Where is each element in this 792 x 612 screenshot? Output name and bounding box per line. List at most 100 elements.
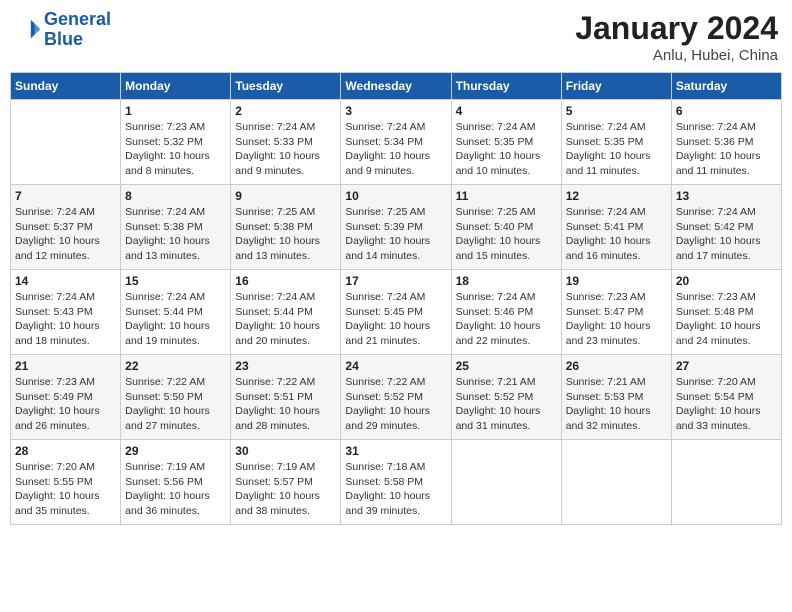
logo-blue: Blue bbox=[44, 29, 83, 49]
calendar-day: 28 Sunrise: 7:20 AM Sunset: 5:55 PM Dayl… bbox=[11, 440, 121, 525]
day-sunset: Sunset: 5:34 PM bbox=[345, 135, 446, 150]
day-sunrise: Sunrise: 7:25 AM bbox=[345, 205, 446, 220]
day-daylight: Daylight: 10 hours and 24 minutes. bbox=[676, 319, 777, 348]
day-sunrise: Sunrise: 7:22 AM bbox=[345, 375, 446, 390]
day-sunset: Sunset: 5:51 PM bbox=[235, 390, 336, 405]
day-daylight: Daylight: 10 hours and 9 minutes. bbox=[345, 149, 446, 178]
location: Anlu, Hubei, China bbox=[575, 47, 778, 64]
day-sunset: Sunset: 5:38 PM bbox=[235, 220, 336, 235]
day-sunrise: Sunrise: 7:25 AM bbox=[235, 205, 336, 220]
day-daylight: Daylight: 10 hours and 16 minutes. bbox=[566, 234, 667, 263]
calendar-day: 5 Sunrise: 7:24 AM Sunset: 5:35 PM Dayli… bbox=[561, 100, 671, 185]
day-daylight: Daylight: 10 hours and 26 minutes. bbox=[15, 404, 116, 433]
day-sunset: Sunset: 5:50 PM bbox=[125, 390, 226, 405]
day-sunrise: Sunrise: 7:23 AM bbox=[125, 120, 226, 135]
day-number: 23 bbox=[235, 359, 336, 373]
day-number: 8 bbox=[125, 189, 226, 203]
page-header: General Blue January 2024 Anlu, Hubei, C… bbox=[10, 10, 782, 64]
day-daylight: Daylight: 10 hours and 23 minutes. bbox=[566, 319, 667, 348]
calendar-day: 17 Sunrise: 7:24 AM Sunset: 5:45 PM Dayl… bbox=[341, 270, 451, 355]
day-sunrise: Sunrise: 7:24 AM bbox=[15, 290, 116, 305]
day-number: 16 bbox=[235, 274, 336, 288]
calendar-day bbox=[11, 100, 121, 185]
calendar-day: 13 Sunrise: 7:24 AM Sunset: 5:42 PM Dayl… bbox=[671, 185, 781, 270]
day-sunrise: Sunrise: 7:19 AM bbox=[235, 460, 336, 475]
calendar-day bbox=[451, 440, 561, 525]
day-sunset: Sunset: 5:42 PM bbox=[676, 220, 777, 235]
calendar-week-2: 7 Sunrise: 7:24 AM Sunset: 5:37 PM Dayli… bbox=[11, 185, 782, 270]
calendar-day bbox=[671, 440, 781, 525]
day-number: 25 bbox=[456, 359, 557, 373]
day-sunset: Sunset: 5:56 PM bbox=[125, 475, 226, 490]
day-daylight: Daylight: 10 hours and 35 minutes. bbox=[15, 489, 116, 518]
day-sunrise: Sunrise: 7:24 AM bbox=[235, 290, 336, 305]
day-sunrise: Sunrise: 7:24 AM bbox=[15, 205, 116, 220]
day-sunrise: Sunrise: 7:23 AM bbox=[15, 375, 116, 390]
day-daylight: Daylight: 10 hours and 33 minutes. bbox=[676, 404, 777, 433]
day-daylight: Daylight: 10 hours and 19 minutes. bbox=[125, 319, 226, 348]
calendar-week-1: 1 Sunrise: 7:23 AM Sunset: 5:32 PM Dayli… bbox=[11, 100, 782, 185]
day-sunrise: Sunrise: 7:20 AM bbox=[676, 375, 777, 390]
day-sunset: Sunset: 5:44 PM bbox=[235, 305, 336, 320]
logo-icon bbox=[14, 16, 42, 44]
day-number: 28 bbox=[15, 444, 116, 458]
day-sunrise: Sunrise: 7:23 AM bbox=[566, 290, 667, 305]
day-sunset: Sunset: 5:38 PM bbox=[125, 220, 226, 235]
day-sunset: Sunset: 5:54 PM bbox=[676, 390, 777, 405]
day-number: 4 bbox=[456, 104, 557, 118]
day-sunset: Sunset: 5:52 PM bbox=[456, 390, 557, 405]
day-sunset: Sunset: 5:46 PM bbox=[456, 305, 557, 320]
day-number: 22 bbox=[125, 359, 226, 373]
day-sunrise: Sunrise: 7:24 AM bbox=[676, 205, 777, 220]
day-daylight: Daylight: 10 hours and 9 minutes. bbox=[235, 149, 336, 178]
day-sunset: Sunset: 5:57 PM bbox=[235, 475, 336, 490]
day-sunrise: Sunrise: 7:24 AM bbox=[566, 120, 667, 135]
day-sunset: Sunset: 5:45 PM bbox=[345, 305, 446, 320]
calendar-day: 22 Sunrise: 7:22 AM Sunset: 5:50 PM Dayl… bbox=[121, 355, 231, 440]
calendar-day: 23 Sunrise: 7:22 AM Sunset: 5:51 PM Dayl… bbox=[231, 355, 341, 440]
day-daylight: Daylight: 10 hours and 14 minutes. bbox=[345, 234, 446, 263]
day-sunrise: Sunrise: 7:22 AM bbox=[235, 375, 336, 390]
day-sunrise: Sunrise: 7:24 AM bbox=[345, 120, 446, 135]
day-sunset: Sunset: 5:35 PM bbox=[566, 135, 667, 150]
col-wednesday: Wednesday bbox=[341, 73, 451, 100]
col-friday: Friday bbox=[561, 73, 671, 100]
calendar-day bbox=[561, 440, 671, 525]
header-row: Sunday Monday Tuesday Wednesday Thursday… bbox=[11, 73, 782, 100]
day-sunrise: Sunrise: 7:25 AM bbox=[456, 205, 557, 220]
day-sunrise: Sunrise: 7:24 AM bbox=[456, 290, 557, 305]
title-block: January 2024 Anlu, Hubei, China bbox=[575, 10, 778, 64]
day-sunrise: Sunrise: 7:20 AM bbox=[15, 460, 116, 475]
calendar-day: 19 Sunrise: 7:23 AM Sunset: 5:47 PM Dayl… bbox=[561, 270, 671, 355]
calendar-day: 15 Sunrise: 7:24 AM Sunset: 5:44 PM Dayl… bbox=[121, 270, 231, 355]
day-daylight: Daylight: 10 hours and 12 minutes. bbox=[15, 234, 116, 263]
day-number: 6 bbox=[676, 104, 777, 118]
day-daylight: Daylight: 10 hours and 17 minutes. bbox=[676, 234, 777, 263]
day-sunrise: Sunrise: 7:24 AM bbox=[456, 120, 557, 135]
day-daylight: Daylight: 10 hours and 13 minutes. bbox=[235, 234, 336, 263]
day-daylight: Daylight: 10 hours and 38 minutes. bbox=[235, 489, 336, 518]
day-sunset: Sunset: 5:52 PM bbox=[345, 390, 446, 405]
day-daylight: Daylight: 10 hours and 8 minutes. bbox=[125, 149, 226, 178]
day-number: 30 bbox=[235, 444, 336, 458]
day-number: 5 bbox=[566, 104, 667, 118]
day-number: 3 bbox=[345, 104, 446, 118]
day-daylight: Daylight: 10 hours and 36 minutes. bbox=[125, 489, 226, 518]
day-sunset: Sunset: 5:53 PM bbox=[566, 390, 667, 405]
day-sunrise: Sunrise: 7:18 AM bbox=[345, 460, 446, 475]
day-sunset: Sunset: 5:41 PM bbox=[566, 220, 667, 235]
day-sunrise: Sunrise: 7:21 AM bbox=[456, 375, 557, 390]
day-number: 18 bbox=[456, 274, 557, 288]
day-daylight: Daylight: 10 hours and 28 minutes. bbox=[235, 404, 336, 433]
calendar-day: 9 Sunrise: 7:25 AM Sunset: 5:38 PM Dayli… bbox=[231, 185, 341, 270]
day-daylight: Daylight: 10 hours and 22 minutes. bbox=[456, 319, 557, 348]
calendar-day: 16 Sunrise: 7:24 AM Sunset: 5:44 PM Dayl… bbox=[231, 270, 341, 355]
day-sunset: Sunset: 5:48 PM bbox=[676, 305, 777, 320]
month-title: January 2024 bbox=[575, 10, 778, 47]
day-daylight: Daylight: 10 hours and 18 minutes. bbox=[15, 319, 116, 348]
day-sunrise: Sunrise: 7:24 AM bbox=[125, 290, 226, 305]
day-sunset: Sunset: 5:39 PM bbox=[345, 220, 446, 235]
calendar-table: Sunday Monday Tuesday Wednesday Thursday… bbox=[10, 72, 782, 525]
calendar-week-4: 21 Sunrise: 7:23 AM Sunset: 5:49 PM Dayl… bbox=[11, 355, 782, 440]
day-number: 20 bbox=[676, 274, 777, 288]
